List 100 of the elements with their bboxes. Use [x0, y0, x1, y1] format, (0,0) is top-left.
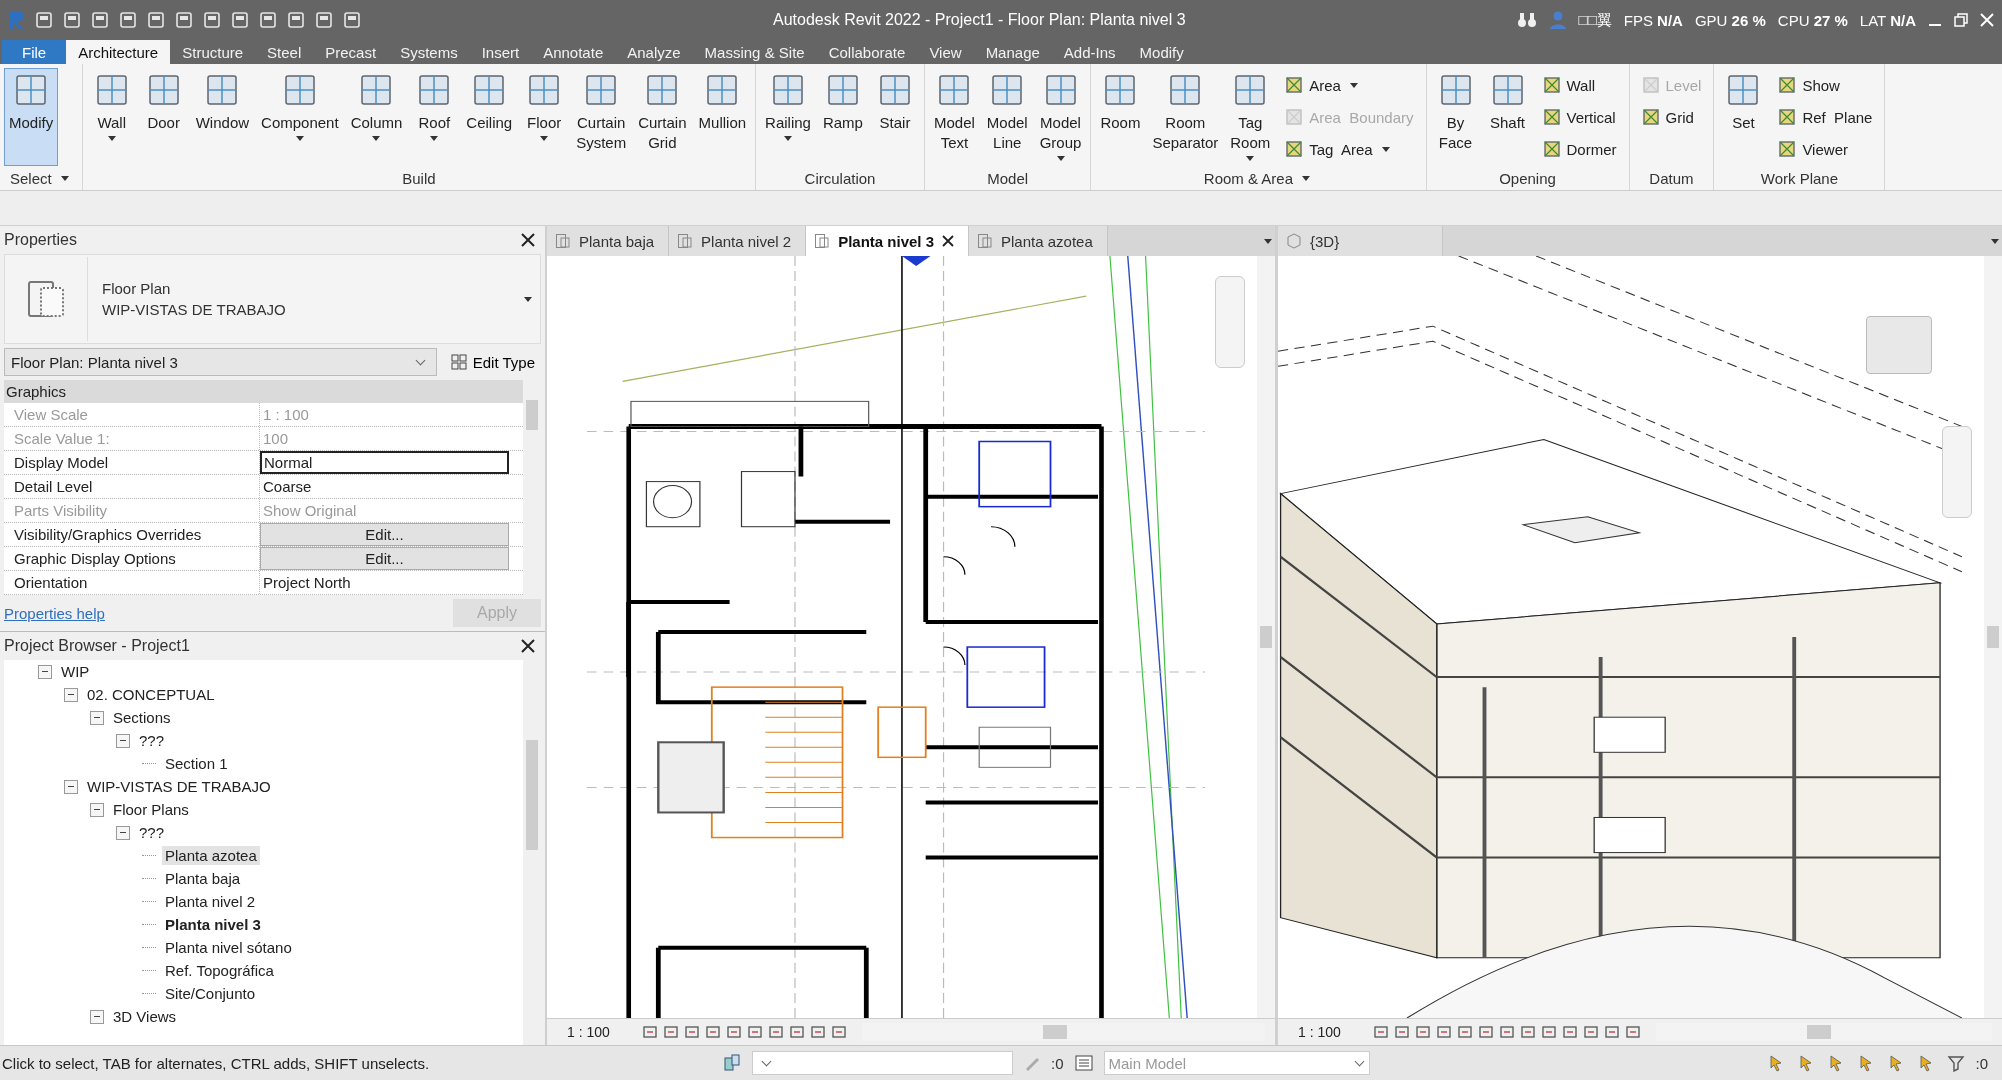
filter-icon[interactable]: [1947, 1054, 1966, 1072]
ribbon-tool-button[interactable]: Tag Room: [1225, 68, 1276, 167]
ribbon-tab[interactable]: Massing & Site: [692, 40, 817, 64]
ribbon-tool-button[interactable]: Mullion: [693, 68, 752, 166]
document-tab[interactable]: Planta azotea: [969, 226, 1108, 256]
ribbon-tab[interactable]: File: [2, 40, 67, 64]
toolbar-icon[interactable]: [174, 10, 194, 30]
close-icon[interactable]: [521, 639, 535, 653]
document-tab[interactable]: {3D}: [1278, 226, 1443, 256]
design-options-icon[interactable]: [1073, 1054, 1094, 1072]
ribbon-tool-button[interactable]: Column: [345, 68, 408, 166]
ribbon-tool-button[interactable]: Roof: [409, 68, 460, 166]
tree-item[interactable]: Section 1: [162, 754, 231, 773]
view-control-icon[interactable]: [1562, 1024, 1578, 1040]
view-control-icon[interactable]: [768, 1024, 784, 1040]
view-control-icon[interactable]: [1478, 1024, 1494, 1040]
toolbar-icon[interactable]: [90, 10, 110, 30]
collapse-toggle[interactable]: [90, 1009, 104, 1024]
toolbar-icon[interactable]: [230, 10, 250, 30]
ribbon-tool-button[interactable]: Model Text: [928, 68, 980, 167]
tree-item[interactable]: Site/Conjunto: [162, 984, 259, 1003]
caret-icon[interactable]: [372, 136, 381, 141]
ribbon-tab[interactable]: View: [917, 40, 974, 64]
caret-icon[interactable]: [107, 136, 116, 141]
view-control-icon[interactable]: [1604, 1024, 1620, 1040]
ribbon-tab[interactable]: Steel: [255, 40, 314, 64]
document-tab[interactable]: Planta baja: [547, 226, 670, 256]
ribbon-tool-button[interactable]: Model Group: [1034, 68, 1087, 167]
ribbon-tool-button[interactable]: Stair: [869, 68, 920, 166]
view-control-icon[interactable]: [1520, 1024, 1536, 1040]
ribbon-tool-button[interactable]: Ceiling: [461, 68, 518, 166]
tree-item[interactable]: ???: [136, 823, 168, 842]
caret-icon[interactable]: [540, 136, 549, 141]
ribbon-tab[interactable]: Analyze: [615, 40, 693, 64]
collapse-toggle[interactable]: [64, 779, 78, 794]
ribbon-tab[interactable]: Systems: [388, 40, 470, 64]
caret-icon[interactable]: [1349, 82, 1358, 88]
ribbon-tool-button[interactable]: Railing: [760, 68, 816, 166]
ribbon-tab[interactable]: Insert: [469, 40, 532, 64]
toolbar-icon[interactable]: [34, 10, 54, 30]
ribbon-tab[interactable]: Collaborate: [816, 40, 918, 64]
tree-item[interactable]: WIP: [58, 662, 93, 681]
tree-item[interactable]: Planta baja: [162, 869, 244, 888]
caret-icon[interactable]: [1381, 146, 1390, 152]
toolbar-icon[interactable]: [146, 10, 166, 30]
ribbon-tool-button[interactable]: Area: [1281, 70, 1418, 100]
tree-item[interactable]: Floor Plans: [110, 800, 192, 819]
toolbar-icon[interactable]: [342, 10, 362, 30]
ribbon-tab[interactable]: Manage: [973, 40, 1052, 64]
tree-item[interactable]: ???: [136, 731, 168, 750]
caret-icon[interactable]: [295, 136, 304, 141]
ribbon-tool-button[interactable]: Set: [1718, 68, 1769, 166]
ribbon-tool-button[interactable]: Model Line: [981, 68, 1033, 167]
caret-icon[interactable]: [1991, 238, 1999, 244]
toolbar-icon[interactable]: [62, 10, 82, 30]
tree-item[interactable]: Planta nivel 2: [162, 892, 259, 911]
view-scale[interactable]: 1 : 100: [567, 1024, 637, 1040]
tree-item[interactable]: Planta nivel 3: [162, 915, 264, 934]
ribbon-tool-button[interactable]: Shaft: [1482, 68, 1533, 166]
ribbon-tool-button[interactable]: Dormer: [1538, 134, 1621, 164]
ribbon-tool-button[interactable]: Show: [1774, 70, 1877, 100]
view-control-icon[interactable]: [1541, 1024, 1557, 1040]
tree-item[interactable]: Planta azotea: [162, 846, 260, 865]
ribbon-tab[interactable]: Add-Ins: [1051, 40, 1128, 64]
ribbon-tool-button[interactable]: Ref Plane: [1774, 102, 1877, 132]
caret-icon[interactable]: [1246, 156, 1255, 161]
edit-button[interactable]: Edit...: [260, 523, 509, 546]
view-control-icon[interactable]: [1394, 1024, 1410, 1040]
ribbon-tool-button[interactable]: Floor: [519, 68, 570, 166]
property-field[interactable]: Normal: [260, 451, 509, 474]
type-selector[interactable]: Floor Plan WIP-VISTAS DE TRABAJO: [4, 254, 541, 344]
ribbon-tool-button[interactable]: Curtain System: [571, 68, 632, 166]
ribbon-panel-title[interactable]: Datum: [1633, 166, 1710, 190]
ribbon-tool-button[interactable]: Door: [138, 68, 189, 166]
ribbon-panel-title[interactable]: Room & Area: [1095, 167, 1422, 190]
close-icon[interactable]: [942, 235, 954, 247]
view-control-icon[interactable]: [642, 1024, 658, 1040]
ribbon-panel-title[interactable]: Select: [4, 166, 78, 190]
user-name[interactable]: □□翼: [1578, 10, 1612, 30]
ribbon-panel-title[interactable]: Model: [928, 167, 1087, 190]
caret-icon[interactable]: [1264, 238, 1272, 244]
toolbar-icon[interactable]: [258, 10, 278, 30]
caret-icon[interactable]: [60, 175, 69, 181]
ribbon-tool-button[interactable]: Tag Area: [1281, 134, 1418, 164]
edit-type-button[interactable]: Edit Type: [444, 353, 541, 371]
ribbon-tool-button[interactable]: Vertical: [1538, 102, 1621, 132]
view-control-icon[interactable]: [1457, 1024, 1473, 1040]
properties-help-link[interactable]: Properties help: [4, 604, 105, 622]
ribbon-panel-title[interactable]: Opening: [1430, 166, 1625, 190]
document-tab[interactable]: Planta nivel 2: [669, 226, 807, 256]
view-control-icon[interactable]: [810, 1024, 826, 1040]
ribbon-tool-button[interactable]: Viewer: [1774, 134, 1877, 164]
ribbon-tool-button[interactable]: Wall: [1538, 70, 1621, 100]
scrollbar[interactable]: [1984, 256, 2002, 1018]
ribbon-tab[interactable]: Architecture: [66, 40, 171, 64]
toolbar-icon[interactable]: [118, 10, 138, 30]
view-control-icon[interactable]: [1436, 1024, 1452, 1040]
caret-icon[interactable]: [524, 296, 532, 302]
ribbon-panel-title[interactable]: Work Plane: [1718, 166, 1881, 190]
collapse-toggle[interactable]: [90, 710, 104, 725]
